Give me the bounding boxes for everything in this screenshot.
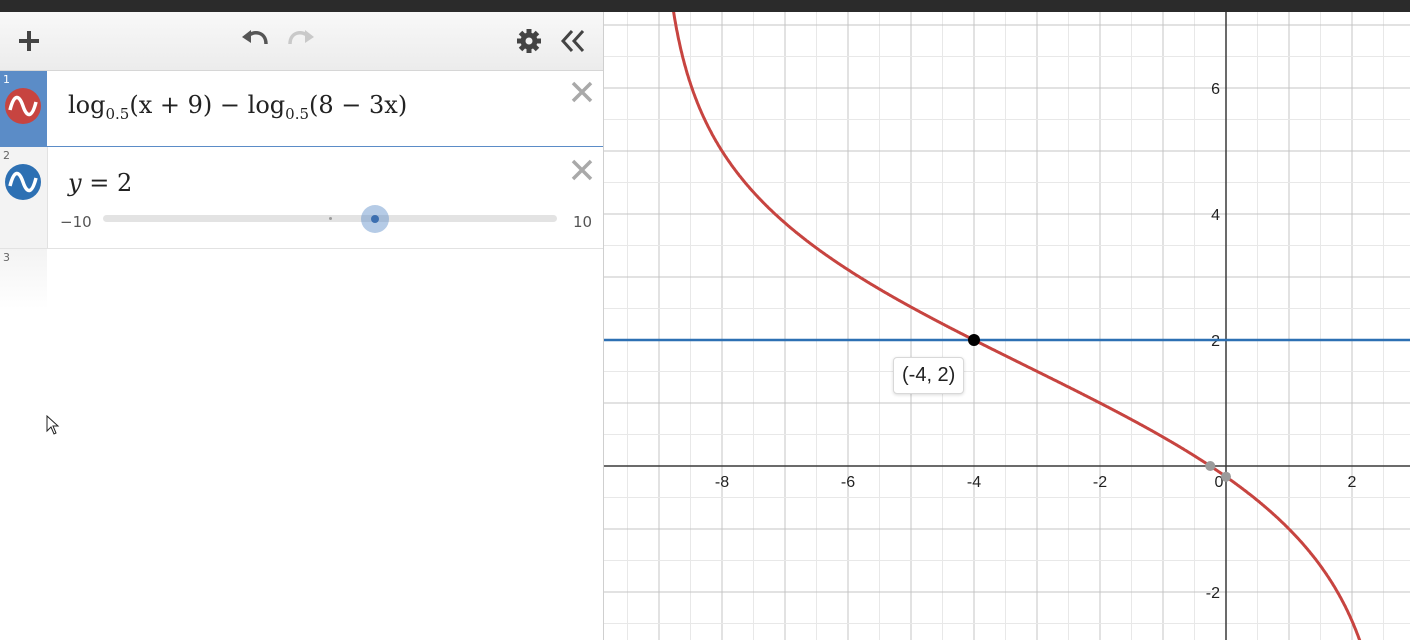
log-function: log [68, 91, 106, 119]
close-icon[interactable] [569, 157, 595, 183]
log-base: 0.5 [285, 104, 310, 123]
x-tick-label: -8 [715, 474, 729, 491]
minus-operator: − [219, 91, 241, 119]
y-tick-label: 4 [1211, 207, 1220, 224]
log-base: 0.5 [105, 104, 130, 123]
settings-button[interactable] [512, 26, 546, 56]
add-item-button[interactable] [12, 26, 46, 56]
undo-icon [242, 30, 268, 45]
mouse-pointer-icon [46, 415, 60, 435]
expression-index-3: 3 [3, 251, 10, 264]
slider-handle[interactable] [361, 205, 389, 233]
slider-center-marker [329, 217, 332, 220]
close-icon[interactable] [569, 79, 595, 105]
y-tick-label: -2 [1206, 585, 1220, 602]
tick-labels: -8 -6 -4 -2 0 2642-2 [715, 81, 1357, 602]
log-difference-curve [672, 12, 1362, 640]
grid-lines [604, 12, 1410, 640]
log-argument: (x + 9) [129, 91, 213, 119]
constant-value: 2 [116, 169, 133, 197]
y-tick-label: 2 [1211, 333, 1220, 350]
log-function: log [247, 91, 286, 119]
slider-max-label[interactable]: 10 [573, 213, 592, 231]
x-tick-label: -6 [841, 474, 855, 491]
expression-index-2: 2 [3, 149, 10, 162]
graph-plot[interactable]: -8 -6 -4 -2 0 2642-2 [604, 12, 1410, 640]
x-tick-label: 2 [1348, 474, 1357, 491]
expression-index-1: 1 [3, 73, 10, 86]
redo-button[interactable] [284, 26, 318, 56]
expression-formula-1[interactable]: log0.5(x + 9) − log0.5(8 − 3x) [68, 91, 407, 123]
x-tick-label: -2 [1093, 474, 1107, 491]
collapse-panel-button[interactable] [556, 26, 590, 56]
wave-icon [8, 95, 38, 117]
expression-row-3[interactable]: 3 [0, 249, 603, 309]
curve-color-icon[interactable] [5, 88, 41, 124]
double-chevron-left-icon [560, 29, 585, 53]
expression-row-2[interactable]: 2 y = 2 [0, 147, 603, 249]
equals-sign: = [81, 169, 117, 197]
x-tick-label: -4 [967, 474, 981, 491]
gear-icon [517, 29, 541, 53]
plus-icon [19, 31, 39, 51]
graph-canvas[interactable]: -8 -6 -4 -2 0 2 6 4 2 -2 (-4, 2) [603, 12, 1410, 640]
slider-min-label[interactable]: −10 [60, 213, 92, 231]
expression-formula-2[interactable]: y = 2 [68, 169, 132, 197]
variable-y: y [68, 169, 82, 197]
y-tick-label: 6 [1211, 81, 1220, 98]
x-intercept-point [1205, 461, 1216, 471]
expression-row-1[interactable]: 1 log0.5(x + 9) − log0.5(8 − 3x) [0, 71, 603, 147]
undo-button[interactable] [238, 26, 272, 56]
wave-icon [8, 171, 38, 193]
y-intercept-point [1221, 471, 1231, 482]
redo-icon [288, 30, 314, 45]
expression-toolbar [0, 12, 603, 71]
intersection-point [968, 334, 980, 346]
curve-color-icon[interactable] [5, 164, 41, 200]
log-argument: (8 − 3x) [309, 91, 408, 119]
window-top-bar [0, 0, 1410, 12]
expression-panel: 1 log0.5(x + 9) − log0.5(8 − 3x) 2 y = 2 [0, 12, 603, 640]
point-coordinate-label: (-4, 2) [893, 357, 965, 394]
